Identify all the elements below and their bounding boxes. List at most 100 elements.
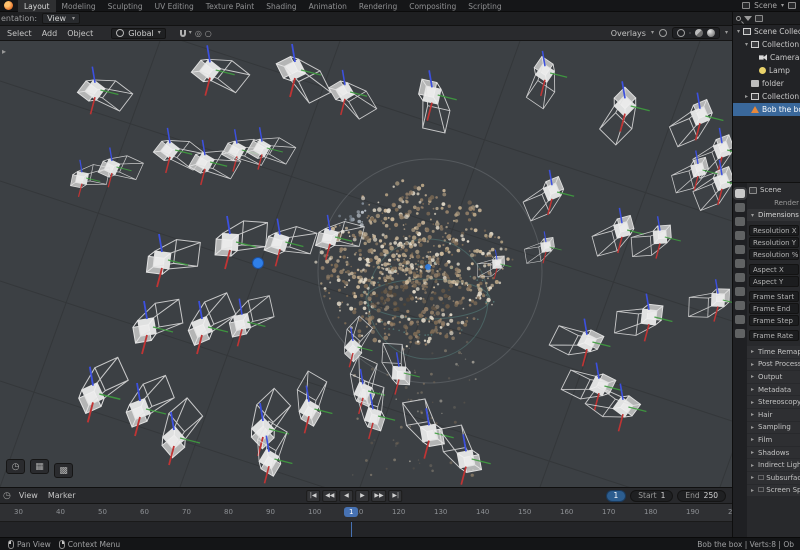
outliner-item-collection[interactable]: ▸Collection bbox=[733, 90, 800, 103]
timeline-ruler[interactable]: 1 30405060708090100110120130140150160170… bbox=[0, 503, 732, 521]
selected-camera-dot[interactable] bbox=[253, 258, 264, 269]
workspace-tab-sculpting[interactable]: Sculpting bbox=[102, 0, 149, 12]
overlays-label[interactable]: Overlays bbox=[611, 29, 646, 38]
play-reverse-button[interactable]: ◀ bbox=[339, 490, 353, 502]
timeline-editor-icon[interactable]: ◷ bbox=[0, 491, 11, 501]
disclosure-triangle-icon[interactable]: ▾ bbox=[735, 28, 742, 35]
panel-output[interactable]: ▸Output bbox=[747, 371, 800, 383]
shading-rendered-icon[interactable] bbox=[707, 29, 715, 37]
panel-checkbox-icon[interactable]: ☐ bbox=[758, 486, 764, 494]
filter-icon[interactable] bbox=[744, 16, 752, 21]
scene-selector[interactable]: Scene bbox=[754, 1, 777, 10]
camera-object[interactable] bbox=[549, 316, 604, 365]
camera-object[interactable] bbox=[70, 357, 133, 413]
panel-sampling[interactable]: ▸Sampling bbox=[747, 422, 800, 434]
camera-object[interactable] bbox=[329, 72, 377, 124]
workspace-tab-layout[interactable]: Layout bbox=[18, 0, 56, 12]
camera-object[interactable] bbox=[403, 397, 445, 450]
frame-end-field[interactable]: End 250 bbox=[677, 490, 726, 502]
playhead-frame-badge[interactable]: 1 bbox=[344, 507, 358, 517]
workspace-tab-scripting[interactable]: Scripting bbox=[462, 0, 507, 12]
frame-start-field[interactable]: Start 1 bbox=[630, 490, 673, 502]
workspace-tab-rendering[interactable]: Rendering bbox=[353, 0, 403, 12]
camera-object[interactable] bbox=[669, 157, 712, 193]
camera-object[interactable] bbox=[146, 236, 200, 278]
chevron-down-icon[interactable]: ▾ bbox=[189, 30, 192, 36]
timeline-menu-marker[interactable]: Marker bbox=[44, 491, 80, 500]
camera-object[interactable] bbox=[130, 299, 185, 343]
transform-orientation-dropdown[interactable]: Global ▾ bbox=[111, 28, 166, 39]
timeline-track[interactable] bbox=[0, 521, 732, 537]
panel-shadows[interactable]: ▸Shadows bbox=[747, 447, 800, 459]
camera-object[interactable] bbox=[238, 388, 299, 448]
orientation-dropdown[interactable]: View ▾ bbox=[42, 13, 80, 24]
outliner-item-folder[interactable]: folder bbox=[733, 77, 800, 90]
camera-object[interactable] bbox=[247, 127, 296, 172]
workspace-tab-animation[interactable]: Animation bbox=[303, 0, 353, 12]
proportional-falloff-icon[interactable]: ○ bbox=[205, 29, 212, 38]
outliner-item-camera[interactable]: Camera bbox=[733, 51, 800, 64]
panel-checkbox-icon[interactable]: ☐ bbox=[758, 474, 764, 482]
camera-object[interactable] bbox=[615, 301, 663, 338]
panel-post-processing[interactable]: ▸Post Processing bbox=[747, 359, 800, 371]
field-frame-step[interactable]: Frame Step bbox=[749, 315, 799, 326]
disclosure-triangle-icon[interactable]: ▾ bbox=[743, 41, 750, 48]
timeline-menu-view[interactable]: View bbox=[15, 491, 42, 500]
properties-tab-view-layer-icon[interactable] bbox=[735, 217, 745, 226]
field-aspect-y[interactable]: Aspect Y bbox=[749, 276, 799, 287]
camera-object[interactable] bbox=[215, 219, 267, 258]
view-layer-icon[interactable] bbox=[788, 2, 796, 9]
camera-object[interactable] bbox=[518, 56, 567, 108]
jump-end-button[interactable]: ▶| bbox=[389, 490, 403, 502]
panel-hair[interactable]: ▸Hair bbox=[747, 409, 800, 421]
camera-object[interactable] bbox=[286, 371, 337, 426]
camera-object[interactable] bbox=[77, 67, 132, 120]
shading-dropdown-icon[interactable]: ▾ bbox=[725, 30, 728, 36]
camera-object[interactable] bbox=[589, 215, 638, 256]
panel-metadata[interactable]: ▸Metadata bbox=[747, 384, 800, 396]
workspace-tab-shading[interactable]: Shading bbox=[260, 0, 302, 12]
outliner-item-bob-the-box[interactable]: Bob the box bbox=[733, 103, 800, 116]
panel-stereoscopy[interactable]: ▸Stereoscopy bbox=[747, 396, 800, 408]
snap-magnet-icon[interactable] bbox=[180, 30, 186, 37]
camera-object[interactable] bbox=[477, 256, 505, 277]
shading-wireframe-icon[interactable] bbox=[677, 29, 685, 37]
disclosure-triangle-icon[interactable]: ▸ bbox=[743, 93, 750, 100]
camera-object[interactable] bbox=[591, 87, 649, 145]
panel-indirect-lighting[interactable]: ▸Indirect Lighting bbox=[747, 459, 800, 471]
field-frame-start[interactable]: Frame Start bbox=[749, 291, 799, 302]
camera-object[interactable] bbox=[119, 375, 179, 427]
field-frame-end[interactable]: Frame End bbox=[749, 303, 799, 314]
dimensions-panel-header[interactable]: ▾ Dimensions bbox=[747, 209, 800, 221]
field-resolution-x[interactable]: Resolution X bbox=[749, 225, 799, 236]
chevron-down-icon[interactable]: ▾ bbox=[781, 3, 784, 9]
editor-type-clock-icon[interactable]: ◷ bbox=[6, 459, 25, 474]
field-resolution-[interactable]: Resolution % bbox=[749, 249, 799, 260]
workspace-tab-compositing[interactable]: Compositing bbox=[403, 0, 462, 12]
workspace-tab-uv-editing[interactable]: UV Editing bbox=[149, 0, 200, 12]
shading-material-icon[interactable] bbox=[695, 29, 703, 37]
workspace-tab-texture-paint[interactable]: Texture Paint bbox=[200, 0, 260, 12]
grid-view-icon[interactable]: ▦ bbox=[30, 459, 49, 474]
viewport-3d[interactable]: ▸ ◷ ▦ ▩ bbox=[0, 41, 732, 487]
camera-object[interactable] bbox=[412, 79, 456, 133]
outliner-item-lamp[interactable]: Lamp bbox=[733, 64, 800, 77]
panel-screen-space-reflections[interactable]: ▸☐Screen Space Reflections bbox=[747, 485, 800, 497]
camera-object[interactable] bbox=[630, 225, 672, 257]
next-keyframe-button[interactable]: ▶▶ bbox=[371, 490, 386, 502]
panel-time-remapping[interactable]: ▸Time Remapping bbox=[747, 346, 800, 358]
properties-tab-world-icon[interactable] bbox=[735, 245, 745, 254]
chevron-down-icon[interactable]: ▾ bbox=[651, 30, 654, 36]
search-icon[interactable] bbox=[736, 16, 741, 21]
camera-object[interactable] bbox=[439, 423, 481, 476]
new-collection-icon[interactable] bbox=[755, 15, 763, 22]
toolbar-expand-icon[interactable]: ▸ bbox=[2, 47, 6, 56]
properties-tab-modifiers-icon[interactable] bbox=[735, 273, 745, 282]
properties-tab-physics-icon[interactable] bbox=[735, 301, 745, 310]
field-frame-rate[interactable]: Frame Rate bbox=[749, 330, 799, 341]
panel-film[interactable]: ▸Film bbox=[747, 434, 800, 446]
outliner-item-scene-collection[interactable]: ▾Scene Collection bbox=[733, 25, 800, 38]
menu-select[interactable]: Select bbox=[3, 28, 36, 39]
jump-start-button[interactable]: |◀ bbox=[306, 490, 320, 502]
menu-add[interactable]: Add bbox=[38, 28, 62, 39]
